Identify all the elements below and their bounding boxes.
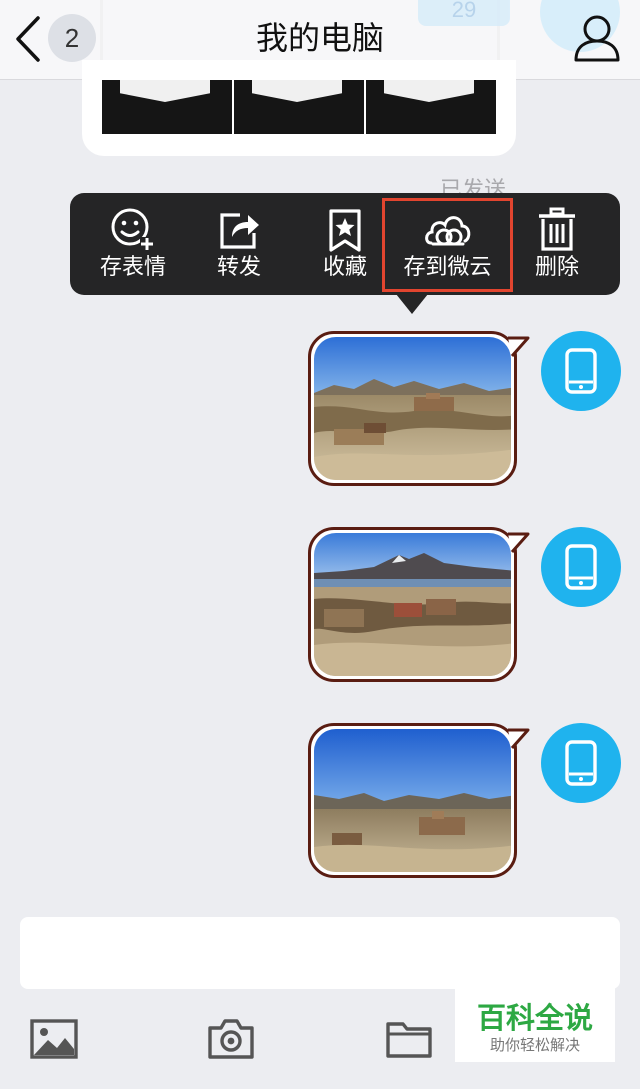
file-button[interactable] <box>385 1018 435 1064</box>
device-avatar[interactable] <box>541 723 621 803</box>
watermark-subtitle: 助你轻松解决 <box>489 1036 580 1054</box>
menu-item-forward[interactable]: 转发 <box>186 193 292 295</box>
menu-pointer <box>396 294 428 314</box>
image-button[interactable] <box>30 1018 80 1064</box>
image-icon <box>30 1019 78 1059</box>
menu-item-save-to-weiyun[interactable]: 存到微云 <box>382 193 513 295</box>
bookmark-star-icon <box>329 209 361 252</box>
previous-image-strip <box>102 80 496 134</box>
phone-icon <box>565 348 597 394</box>
watermark-title: 百科全说 <box>476 1001 593 1035</box>
previous-message-card[interactable] <box>82 60 516 156</box>
profile-button[interactable] <box>572 12 622 64</box>
menu-label: 删除 <box>534 255 579 280</box>
camera-icon <box>208 1019 254 1059</box>
photo-message-bubble[interactable] <box>308 331 517 486</box>
photo-message-bubble[interactable] <box>308 723 517 878</box>
weiyun-cloud-icon <box>424 216 470 246</box>
message-input[interactable] <box>20 917 620 989</box>
sticker-add-icon <box>111 208 154 251</box>
thumbnail[interactable] <box>234 80 364 134</box>
photo-thumbnail[interactable] <box>314 533 511 676</box>
phone-icon <box>565 740 597 786</box>
page-title: 我的电脑 <box>255 19 384 57</box>
bubble-tail <box>508 728 530 749</box>
menu-item-save-sticker[interactable]: 存表情 <box>80 193 186 295</box>
photo-thumbnail[interactable] <box>314 337 511 480</box>
trash-icon <box>539 207 575 251</box>
menu-label: 转发 <box>216 255 261 280</box>
person-icon <box>574 15 620 62</box>
menu-label: 存表情 <box>99 255 166 280</box>
photo-message-bubble[interactable] <box>308 527 517 682</box>
menu-label: 存到微云 <box>403 255 492 280</box>
photo-thumbnail[interactable] <box>314 729 511 872</box>
thumbnail[interactable] <box>102 80 232 134</box>
bubble-tail <box>508 336 530 357</box>
device-avatar[interactable] <box>541 527 621 607</box>
message-context-menu: 存表情 转发 收藏 存到微云 删除 <box>70 193 620 295</box>
watermark-logo: 百科全说 助你轻松解决 <box>455 986 615 1062</box>
camera-button[interactable] <box>207 1018 257 1064</box>
bubble-tail <box>508 532 530 553</box>
phone-icon <box>565 544 597 590</box>
thumbnail[interactable] <box>366 80 496 134</box>
forward-share-icon <box>220 213 259 249</box>
folder-icon <box>386 1022 432 1058</box>
device-avatar[interactable] <box>541 331 621 411</box>
menu-item-delete[interactable]: 删除 <box>504 193 610 295</box>
